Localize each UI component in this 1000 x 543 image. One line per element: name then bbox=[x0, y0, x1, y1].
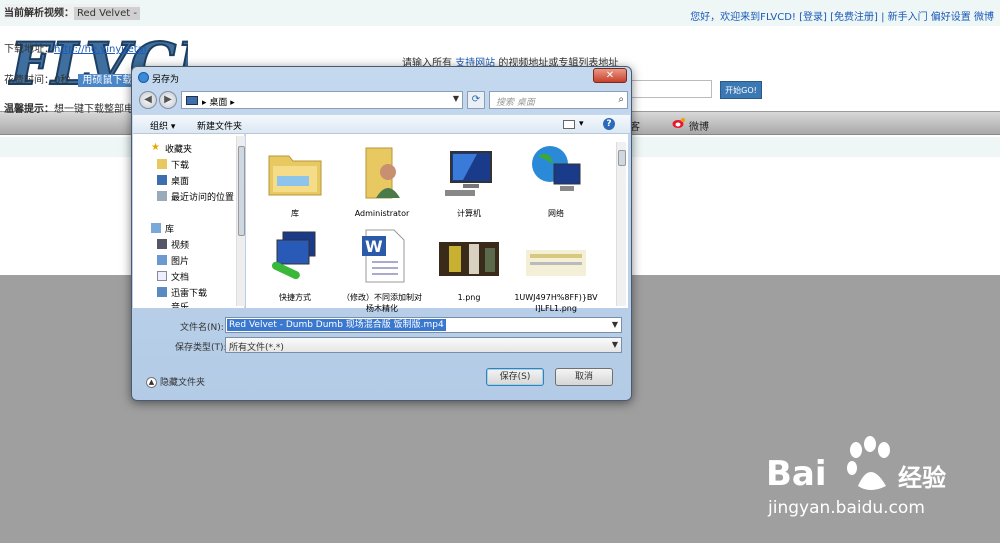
navigation-row: ◀ ▶ ▸ 桌面 ▸ ▼ ⟳ 搜索 桌面 ⌕ bbox=[137, 89, 628, 111]
hide-folders-toggle[interactable]: ▲ 隐藏文件夹 bbox=[146, 375, 205, 388]
chevron-down-icon[interactable]: ▼ bbox=[612, 320, 618, 329]
nav-pane-scroll-thumb[interactable] bbox=[238, 146, 245, 236]
address-path: ▸ 桌面 ▸ bbox=[202, 98, 235, 108]
nav-libraries[interactable]: 库 bbox=[151, 222, 174, 235]
current-video-line: 当前解析视频： Red Velvet - bbox=[4, 4, 140, 20]
download-url-link[interactable]: http://he.yinyuetai bbox=[54, 44, 147, 55]
file-item[interactable]: W （修改）不同添加制对杨木精化 bbox=[339, 226, 425, 314]
view-options-icon[interactable] bbox=[563, 120, 575, 129]
baidu-jingyan-watermark: Bai 经验 jingyan.baidu.com bbox=[766, 436, 956, 526]
shortcut-icon bbox=[271, 231, 316, 280]
search-icon: ⌕ bbox=[618, 94, 624, 105]
nav-thunder-downloads[interactable]: 迅雷下载 bbox=[157, 286, 207, 299]
desktop-icon bbox=[186, 96, 198, 105]
cancel-button[interactable]: 取消 bbox=[555, 368, 613, 386]
star-icon: ★ bbox=[151, 142, 160, 153]
file-pane-scroll-thumb[interactable] bbox=[618, 150, 626, 166]
help-icon[interactable]: ? bbox=[603, 118, 615, 130]
chevron-down-icon[interactable]: ▼ bbox=[612, 340, 618, 349]
word-document-icon: W bbox=[362, 229, 405, 283]
nav-item-weibo[interactable]: 微博 bbox=[689, 118, 709, 133]
nav-favorites[interactable]: ★ 收藏夹 bbox=[151, 142, 192, 156]
view-dropdown-icon[interactable]: ▾ bbox=[579, 119, 584, 129]
nav-desktop[interactable]: 桌面 bbox=[157, 174, 189, 187]
save-button[interactable]: 保存(S) bbox=[486, 368, 544, 386]
top-bar: 您好，欢迎来到FLVCD! [登录] [免费注册] | 新手入门 偏好设置 微博 bbox=[0, 0, 1000, 26]
user-folder-icon bbox=[365, 147, 400, 199]
close-button[interactable]: ✕ bbox=[593, 68, 627, 83]
search-input[interactable]: 搜索 桌面 ⌕ bbox=[489, 91, 628, 109]
go-button[interactable]: 开始GO! bbox=[720, 81, 762, 99]
recent-places-icon bbox=[157, 191, 167, 201]
forward-button[interactable]: ▶ bbox=[159, 91, 177, 109]
library-icon bbox=[151, 223, 161, 233]
back-button[interactable]: ◀ bbox=[139, 91, 157, 109]
tip-line: 温馨提示：想一键下载整部电 bbox=[4, 104, 134, 115]
filename-input[interactable]: Red Velvet - Dumb Dumb 现场混合版 饭制版.mp4 ▼ bbox=[225, 317, 622, 333]
filename-label: 文件名(N): bbox=[180, 323, 224, 333]
picture-icon bbox=[157, 255, 167, 265]
file-pane-scrollbar[interactable] bbox=[616, 142, 626, 306]
new-folder-button[interactable]: 新建文件夹 bbox=[197, 119, 242, 132]
nav-videos[interactable]: 视频 bbox=[157, 238, 189, 251]
chevron-up-icon: ▲ bbox=[146, 377, 157, 388]
weibo-icon bbox=[672, 118, 685, 128]
dialog-title: 另存为 bbox=[152, 75, 180, 85]
document-icon bbox=[157, 271, 167, 281]
nav-pictures[interactable]: 图片 bbox=[157, 254, 189, 267]
dialog-app-icon bbox=[138, 72, 149, 83]
navigation-pane: ★ 收藏夹 下载 桌面 最近访问的位置 库 视频 图片 文档 迅雷下载 音乐 bbox=[133, 134, 245, 308]
file-item[interactable]: 计算机 bbox=[426, 142, 512, 219]
filetype-select[interactable]: 所有文件(*.*) ▼ bbox=[225, 337, 622, 353]
download-folder-icon bbox=[157, 159, 167, 169]
shuoshu-download-button[interactable]: 用硕鼠下载 bbox=[78, 74, 137, 87]
current-video-title: Red Velvet - bbox=[74, 7, 140, 20]
image-thumbnail-icon bbox=[439, 242, 499, 276]
file-item[interactable]: 1UWJ497H%8FF)}BVI]LFL1.png bbox=[513, 226, 599, 314]
organize-button[interactable]: 组织 ▾ bbox=[150, 119, 175, 132]
svg-text:W: W bbox=[365, 237, 383, 256]
nav-documents[interactable]: 文档 bbox=[157, 270, 189, 283]
refresh-button[interactable]: ⟳ bbox=[467, 91, 485, 109]
filetype-label: 保存类型(T): bbox=[175, 343, 227, 353]
filename-value[interactable]: Red Velvet - Dumb Dumb 现场混合版 饭制版.mp4 bbox=[227, 319, 446, 331]
address-bar[interactable]: ▸ 桌面 ▸ ▼ bbox=[181, 91, 463, 109]
video-icon bbox=[157, 239, 167, 249]
thunder-download-icon bbox=[157, 287, 167, 297]
download-line: 下载地址：http://he.yinyuetai bbox=[4, 44, 147, 55]
chevron-down-icon[interactable]: ▼ bbox=[453, 94, 459, 103]
file-item[interactable]: Administrator bbox=[339, 142, 425, 219]
computer-icon bbox=[445, 151, 492, 196]
baidu-paw-icon bbox=[847, 436, 890, 490]
file-item[interactable]: 1.png bbox=[426, 226, 512, 303]
network-icon bbox=[532, 146, 581, 191]
image-thumbnail-icon bbox=[526, 250, 586, 276]
save-as-dialog: 另存为 ✕ ◀ ▶ ▸ 桌面 ▸ ▼ ⟳ 搜索 桌面 ⌕ 组织 ▾ 新建文件夹 … bbox=[131, 66, 632, 401]
nav-downloads[interactable]: 下载 bbox=[157, 158, 189, 171]
library-folder-icon bbox=[268, 155, 322, 196]
video-url-input[interactable] bbox=[620, 80, 712, 98]
time-line: 花费时间：0秒 用硕鼠下载 bbox=[4, 71, 137, 87]
header-links[interactable]: 您好，欢迎来到FLVCD! [登录] [免费注册] | 新手入门 偏好设置 微博 bbox=[690, 8, 994, 23]
nav-pane-scrollbar[interactable] bbox=[236, 136, 245, 306]
file-item[interactable]: 库 bbox=[252, 142, 338, 219]
file-pane: 库 Administrator 计算机 网络 快捷方式 W （修改）不同添加制对… bbox=[246, 134, 628, 313]
file-item[interactable]: 网络 bbox=[513, 142, 599, 219]
nav-recent[interactable]: 最近访问的位置 bbox=[157, 190, 234, 203]
desktop-icon bbox=[157, 175, 167, 185]
file-item[interactable]: 快捷方式 bbox=[252, 226, 338, 303]
dialog-toolbar: 组织 ▾ 新建文件夹 ▾ ? bbox=[133, 114, 630, 134]
nav-music[interactable]: 音乐 bbox=[171, 300, 189, 308]
